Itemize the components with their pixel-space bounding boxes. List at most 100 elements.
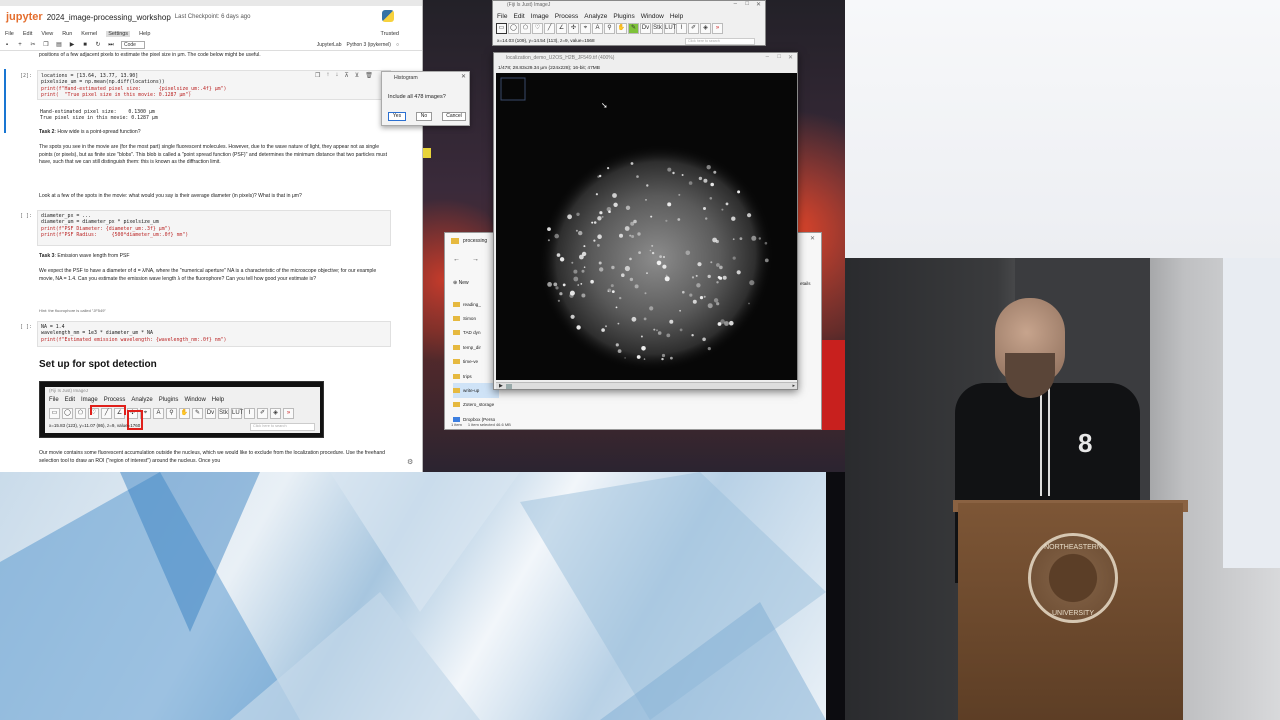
run-icon[interactable]: ▶: [69, 42, 75, 48]
menu-edit[interactable]: Edit: [23, 31, 32, 37]
brush-tool-icon[interactable]: ⌇: [676, 23, 687, 34]
fiji-search-input[interactable]: Click here to search: [685, 38, 755, 45]
fluorescent-spot: [665, 274, 668, 277]
menu-file[interactable]: File: [497, 13, 507, 20]
gear-icon[interactable]: ⚙: [407, 458, 413, 466]
fluorescent-spot: [630, 221, 635, 226]
maximize-icon[interactable]: □: [777, 54, 781, 60]
line-tool-icon[interactable]: ╱: [544, 23, 555, 34]
stk-tool-icon[interactable]: Stk: [652, 23, 663, 34]
play-icon[interactable]: ▶: [499, 383, 503, 389]
jupyter-logo[interactable]: jupyter: [6, 11, 43, 23]
freehand-tool-icon[interactable]: ♡: [532, 23, 543, 34]
minimize-icon[interactable]: –: [766, 54, 769, 60]
duplicate-icon[interactable]: ❐: [315, 72, 320, 79]
fluorescent-spot: [610, 284, 614, 288]
maximize-icon[interactable]: □: [745, 1, 749, 7]
point-tool-icon[interactable]: ✣: [568, 23, 579, 34]
close-icon[interactable]: ✕: [756, 1, 761, 8]
menu-analyze[interactable]: Analyze: [584, 13, 607, 20]
menu-help[interactable]: Help: [139, 31, 150, 37]
text-tool-icon[interactable]: A: [592, 23, 603, 34]
yes-button[interactable]: Yes: [388, 112, 406, 121]
folder-icon: [453, 301, 460, 307]
jupyterlab-link[interactable]: JupyterLab: [317, 42, 342, 48]
rectangle-tool-icon[interactable]: ▭: [496, 23, 507, 34]
flood-tool-icon[interactable]: ◈: [700, 23, 711, 34]
zoom-tool-icon[interactable]: ⚲: [604, 23, 615, 34]
fiji-main-window[interactable]: (Fiji Is Just) ImageJ – □ ✕ File Edit Im…: [492, 0, 766, 46]
menu-window[interactable]: Window: [641, 13, 664, 20]
menu-file[interactable]: File: [5, 31, 14, 37]
slider-thumb[interactable]: [506, 384, 512, 389]
fluorescent-spot: [707, 303, 713, 309]
kernel-status[interactable]: Python 3 (ipykernel): [347, 42, 391, 48]
minimize-icon[interactable]: –: [734, 1, 737, 7]
no-button[interactable]: No: [416, 112, 432, 121]
cancel-button[interactable]: Cancel: [442, 112, 466, 121]
menu-kernel[interactable]: Kernel: [81, 31, 97, 37]
image-canvas[interactable]: ➘: [496, 73, 797, 380]
paste-icon[interactable]: ▤: [56, 42, 62, 48]
fluorescent-spot: [597, 216, 602, 221]
explorer-title: processing: [463, 238, 488, 244]
stack-slider[interactable]: ▶ ▸: [496, 382, 797, 389]
tree-item-label: Simon: [463, 316, 477, 322]
menu-settings[interactable]: Settings: [106, 30, 131, 37]
restart-icon[interactable]: ↻: [95, 42, 101, 48]
desktop-icon[interactable]: [423, 148, 431, 158]
cut-icon[interactable]: ✂: [30, 42, 36, 48]
fluorescent-spot: [699, 296, 704, 300]
histogram-dialog[interactable]: Histogram ✕ Include all 478 images? Yes …: [381, 71, 470, 126]
slider-end-arrow-icon[interactable]: ▸: [792, 383, 795, 389]
code-cell[interactable]: diameter_px = ... diameter_um = diameter_…: [37, 210, 391, 246]
insert-above-icon[interactable]: ⊼: [344, 72, 348, 79]
embedded-menu-item: Image: [81, 397, 98, 403]
fluorescent-spot: [573, 276, 579, 282]
menu-run[interactable]: Run: [62, 31, 72, 37]
menu-image[interactable]: Image: [531, 13, 549, 20]
menu-view[interactable]: View: [41, 31, 53, 37]
dev-tool-icon[interactable]: Dv: [640, 23, 651, 34]
back-arrow-icon[interactable]: ←: [453, 256, 460, 263]
hand-tool-icon[interactable]: ✋: [616, 23, 627, 34]
move-up-icon[interactable]: ↑: [326, 72, 329, 79]
insert-below-icon[interactable]: ⊻: [355, 72, 359, 79]
copy-icon[interactable]: ❐: [43, 42, 49, 48]
angle-tool-icon[interactable]: ∠: [556, 23, 567, 34]
trusted-indicator[interactable]: Trusted: [381, 31, 422, 37]
dropper-tool-icon[interactable]: ✎: [628, 23, 639, 34]
close-icon[interactable]: ✕: [788, 54, 793, 61]
image-window[interactable]: localization_demo_U2OS_H2B_JF549.tif (40…: [493, 52, 798, 390]
fast-forward-icon[interactable]: ⏭: [108, 42, 114, 48]
fluorescent-spot: [703, 207, 706, 210]
fluorescent-spot: [764, 258, 769, 263]
close-icon[interactable]: ✕: [461, 73, 466, 80]
code-cell[interactable]: NA = 1.4 wavelength_nm = 1e3 * diameter_u…: [37, 321, 391, 347]
menu-process[interactable]: Process: [555, 13, 578, 20]
add-cell-icon[interactable]: +: [17, 42, 23, 48]
stop-icon[interactable]: ■: [82, 42, 88, 48]
more-tools-icon[interactable]: »: [712, 23, 723, 34]
delete-icon[interactable]: 🗑: [365, 72, 373, 79]
explorer-new-button[interactable]: ⊕ New: [453, 280, 469, 286]
menu-help[interactable]: Help: [670, 13, 683, 20]
menu-edit[interactable]: Edit: [513, 13, 524, 20]
menu-plugins[interactable]: Plugins: [613, 13, 634, 20]
fluorescent-spot: [557, 299, 560, 302]
details-label[interactable]: etails: [800, 281, 811, 286]
notebook-name[interactable]: 2024_image-processing_workshop: [47, 13, 171, 22]
cell-type-select[interactable]: Code: [121, 41, 145, 49]
lut-tool-icon[interactable]: LUT: [664, 23, 676, 34]
polygon-tool-icon[interactable]: ⬠: [520, 23, 531, 34]
wand-tool-icon[interactable]: ⌖: [580, 23, 591, 34]
save-icon[interactable]: ▪: [4, 42, 10, 48]
pencil-tool-icon[interactable]: ✐: [688, 23, 699, 34]
fluorescent-spot: [717, 276, 721, 279]
tree-item[interactable]: Zotero_storage: [453, 398, 499, 412]
forward-arrow-icon[interactable]: →: [472, 256, 479, 263]
move-down-icon[interactable]: ↓: [335, 72, 338, 79]
oval-tool-icon[interactable]: ◯: [508, 23, 519, 34]
fluorescent-spot: [667, 202, 672, 207]
explorer-close-icon[interactable]: ✕: [810, 235, 815, 242]
